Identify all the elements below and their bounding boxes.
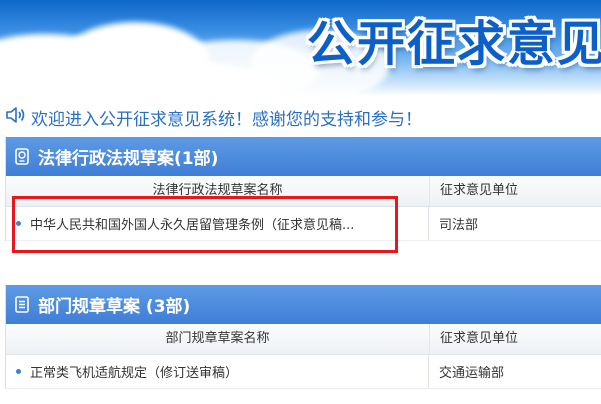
section-title: 法律行政法规草案(1部) — [38, 149, 219, 169]
speaker-icon — [5, 106, 27, 128]
section-header: 部门规章草案 (3部) — [6, 285, 601, 324]
table-header: 法律行政法规草案名称 征求意见单位 — [6, 176, 601, 207]
column-header-unit: 征求意见单位 — [440, 183, 519, 198]
site-title: 公开征求意见 — [306, 16, 601, 72]
draft-link[interactable]: 中华人民共和国外国人永久居留管理条例（征求意见稿... — [30, 214, 354, 233]
section-header: 法律行政法规草案(1部) — [6, 137, 601, 176]
welcome-bar: 欢迎进入公开征求意见系统！感谢您的支持和参与！ — [5, 105, 422, 130]
unit-cell: 司法部 — [439, 218, 479, 233]
shield-icon — [15, 148, 29, 165]
column-header-name: 法律行政法规草案名称 — [6, 176, 430, 206]
table-header: 部门规章草案名称 征求意见单位 — [6, 324, 601, 355]
header-banner: 公开征求意见 — [0, 0, 601, 96]
name-cell: 正常类飞机适航规定（修订送审稿） — [6, 355, 429, 388]
column-header-unit: 征求意见单位 — [440, 331, 519, 346]
welcome-message: 欢迎进入公开征求意见系统！感谢您的支持和参与！ — [31, 109, 422, 130]
draft-link[interactable]: 正常类飞机适航规定（修订送审稿） — [30, 362, 238, 381]
section-title: 部门规章草案 (3部) — [38, 297, 191, 317]
section-regulations: 部门规章草案 (3部) 部门规章草案名称 征求意见单位 正常类飞机适航规定（修订… — [5, 285, 601, 389]
table-row: 中华人民共和国外国人永久居留管理条例（征求意见稿... 司法部 — [6, 207, 601, 241]
section-laws: 法律行政法规草案(1部) 法律行政法规草案名称 征求意见单位 中华人民共和国外国… — [5, 137, 601, 241]
document-icon — [15, 296, 29, 313]
bullet-icon — [16, 369, 21, 374]
bullet-icon — [16, 221, 21, 226]
unit-cell: 交通运输部 — [439, 366, 505, 381]
table-row: 正常类飞机适航规定（修订送审稿） 交通运输部 — [6, 355, 601, 389]
name-cell: 中华人民共和国外国人永久居留管理条例（征求意见稿... — [6, 207, 429, 240]
column-header-name: 部门规章草案名称 — [6, 324, 430, 354]
